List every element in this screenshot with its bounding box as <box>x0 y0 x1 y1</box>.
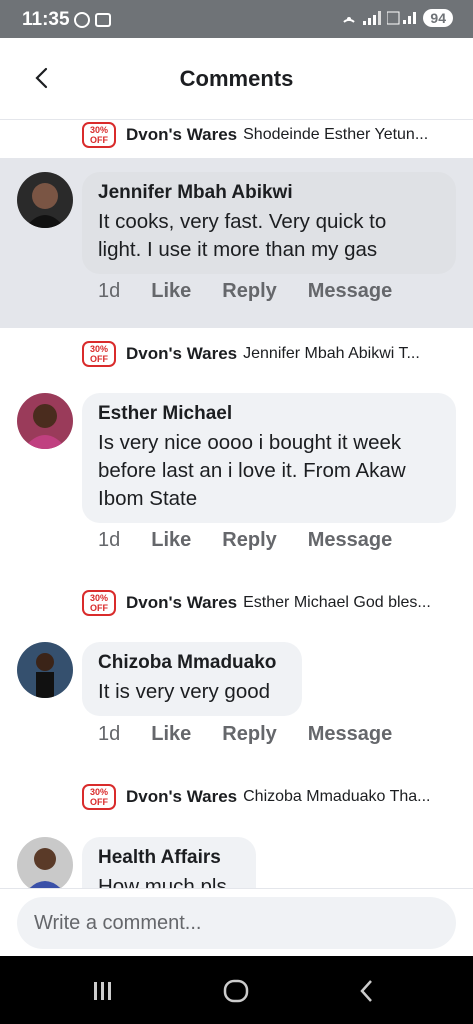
comment-text-line: Ibom State <box>98 487 198 510</box>
comment-bubble[interactable]: Chizoba Mmaduako It is very very good <box>82 642 302 716</box>
commenter-name[interactable]: Health Affairs <box>98 847 240 869</box>
comment-time: 1d <box>98 529 121 551</box>
reply-author[interactable]: Dvon's Wares <box>126 593 237 613</box>
comment-text-line: It is very very good <box>98 680 271 703</box>
avatar[interactable] <box>17 642 73 698</box>
message-button[interactable]: Message <box>308 529 393 552</box>
commenter-name[interactable]: Jennifer Mbah Abikwi <box>98 182 440 204</box>
comment-actions: 1d Like Reply Message <box>98 280 423 303</box>
recents-button[interactable] <box>88 976 118 1006</box>
like-button[interactable]: Like <box>151 723 191 746</box>
status-indicators: 94 <box>341 9 453 27</box>
reply-button[interactable]: Reply <box>222 723 276 746</box>
reply-text: Shodeinde Esther Yetun... <box>243 126 429 143</box>
signal-5g-icon <box>387 11 417 25</box>
system-nav-bar <box>0 956 473 1024</box>
reply-text: Chizoba Mmaduako Tha... <box>243 788 431 805</box>
signal-icon <box>363 11 382 25</box>
comment-composer <box>0 888 473 956</box>
comment-text-line: before last an i love it. From Akaw <box>98 459 406 482</box>
reply-button[interactable]: Reply <box>222 280 276 303</box>
message-button[interactable]: Message <box>308 723 393 746</box>
home-icon <box>223 979 249 1003</box>
reply-preview[interactable]: 30% OFF Dvon's Wares Chizoba Mmaduako Tha… <box>82 784 430 810</box>
battery-indicator: 94 <box>423 9 453 27</box>
nav-back-button[interactable] <box>352 976 382 1006</box>
discount-badge-icon: 30%OFF <box>82 590 116 616</box>
reply-author[interactable]: Dvon's Wares <box>126 787 237 807</box>
reply-button[interactable]: Reply <box>222 529 276 552</box>
svg-text:30%: 30% <box>90 344 108 354</box>
comments-header: Comments <box>0 38 473 120</box>
whatsapp-icon <box>74 11 114 33</box>
hotspot-icon <box>343 17 356 23</box>
home-button[interactable] <box>221 976 251 1006</box>
svg-text:OFF: OFF <box>90 354 108 364</box>
comment-input[interactable] <box>17 897 456 949</box>
comment-bubble[interactable]: Jennifer Mbah Abikwi It cooks, very fast… <box>82 172 456 274</box>
message-button[interactable]: Message <box>308 280 393 303</box>
avatar[interactable] <box>17 172 73 228</box>
status-time: 11:35 <box>22 9 70 30</box>
svg-text:OFF: OFF <box>90 135 108 145</box>
like-button[interactable]: Like <box>151 280 191 303</box>
reply-preview[interactable]: 30% OFF Dvon's Wares Esther Michael God b… <box>82 590 431 616</box>
reply-preview[interactable]: 30% OFF Dvon's Wares Shodeinde Esther Yet… <box>82 122 428 148</box>
comment-text-line: How much pls <box>98 875 227 888</box>
recents-icon <box>94 982 111 1000</box>
avatar[interactable] <box>17 837 73 888</box>
svg-text:30%: 30% <box>90 125 108 135</box>
comment-bubble[interactable]: Esther Michael Is very nice oooo i bough… <box>82 393 456 523</box>
svg-text:OFF: OFF <box>90 603 108 613</box>
like-button[interactable]: Like <box>151 529 191 552</box>
comment-time: 1d <box>98 723 121 745</box>
page-title: Comments <box>179 66 294 91</box>
commenter-name[interactable]: Esther Michael <box>98 403 440 425</box>
reply-author[interactable]: Dvon's Wares <box>126 125 237 145</box>
reply-text: Esther Michael God bles... <box>243 594 431 611</box>
discount-badge-icon: 30%OFF <box>82 122 116 148</box>
comment-text-line: It cooks, very fast. Very quick to <box>98 210 387 233</box>
svg-text:30%: 30% <box>90 593 108 603</box>
back-icon <box>360 980 372 1002</box>
comments-feed[interactable]: 30% OFF Dvon's Wares Shodeinde Esther Yet… <box>0 120 473 888</box>
reply-text: Jennifer Mbah Abikwi T... <box>243 345 420 362</box>
reply-author[interactable]: Dvon's Wares <box>126 344 237 364</box>
comment-time: 1d <box>98 280 121 302</box>
svg-text:30%: 30% <box>90 787 108 797</box>
status-bar: 11:35 94 <box>0 0 473 38</box>
commenter-name[interactable]: Chizoba Mmaduako <box>98 652 286 674</box>
avatar[interactable] <box>17 393 73 449</box>
svg-text:OFF: OFF <box>90 797 108 807</box>
comment-bubble[interactable]: Health Affairs How much pls <box>82 837 256 888</box>
discount-badge-icon: 30%OFF <box>82 341 116 367</box>
comment-text-line: Is very nice oooo i bought it week <box>98 431 402 454</box>
comment-actions: 1d Like Reply Message <box>98 529 423 552</box>
comment-text-line: light. I use it more than my gas <box>98 238 378 261</box>
comment-actions: 1d Like Reply Message <box>98 723 423 746</box>
reply-preview[interactable]: 30% OFF Dvon's Wares Jennifer Mbah Abikwi… <box>82 341 420 367</box>
discount-badge-icon: 30%OFF <box>82 784 116 810</box>
